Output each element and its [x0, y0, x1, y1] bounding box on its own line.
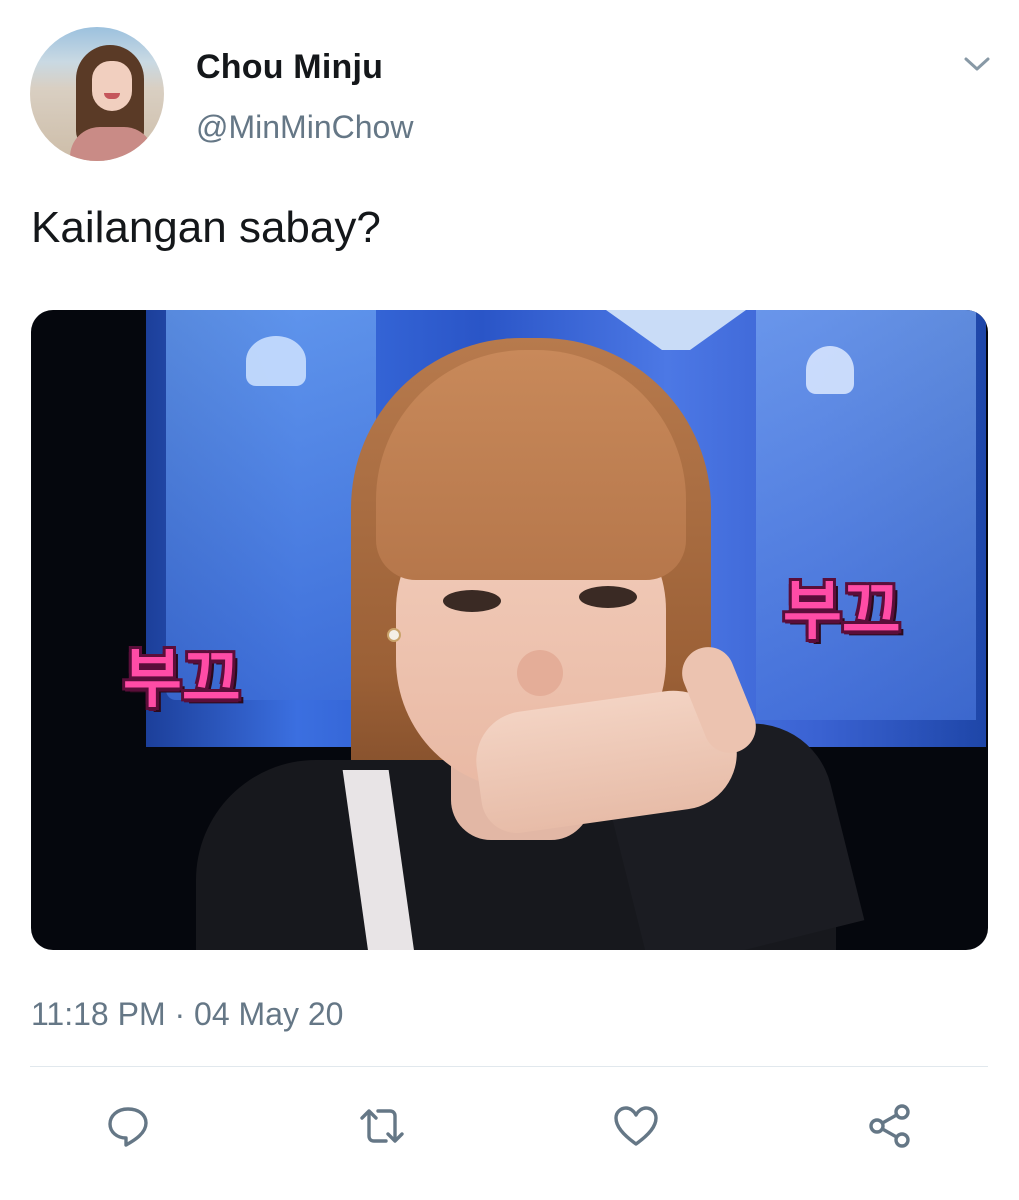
chevron-down-icon[interactable]	[962, 54, 992, 74]
media-caption-overlay-left: 부끄	[123, 643, 241, 717]
retweet-button[interactable]	[356, 1100, 408, 1152]
display-name[interactable]: Chou Minju	[196, 48, 383, 87]
share-button[interactable]	[864, 1100, 916, 1152]
like-button[interactable]	[610, 1100, 662, 1152]
user-handle[interactable]: @MinMinChow	[196, 109, 413, 146]
tweet: Chou Minju @MinMinChow Kailangan sabay?	[0, 0, 1019, 1200]
reply-button[interactable]	[102, 1100, 154, 1152]
retweet-icon	[360, 1109, 404, 1143]
media-caption-overlay-right: 부끄	[783, 575, 901, 649]
tweet-media-image[interactable]: 부끄 부끄	[31, 310, 988, 950]
reply-icon	[108, 1107, 148, 1147]
heart-icon	[614, 1106, 658, 1146]
tweet-timestamp[interactable]: 11:18 PM · 04 May 20	[31, 996, 343, 1033]
avatar[interactable]	[30, 27, 164, 161]
share-icon	[869, 1104, 910, 1148]
divider	[30, 1066, 988, 1067]
tweet-text: Kailangan sabay?	[31, 203, 381, 252]
